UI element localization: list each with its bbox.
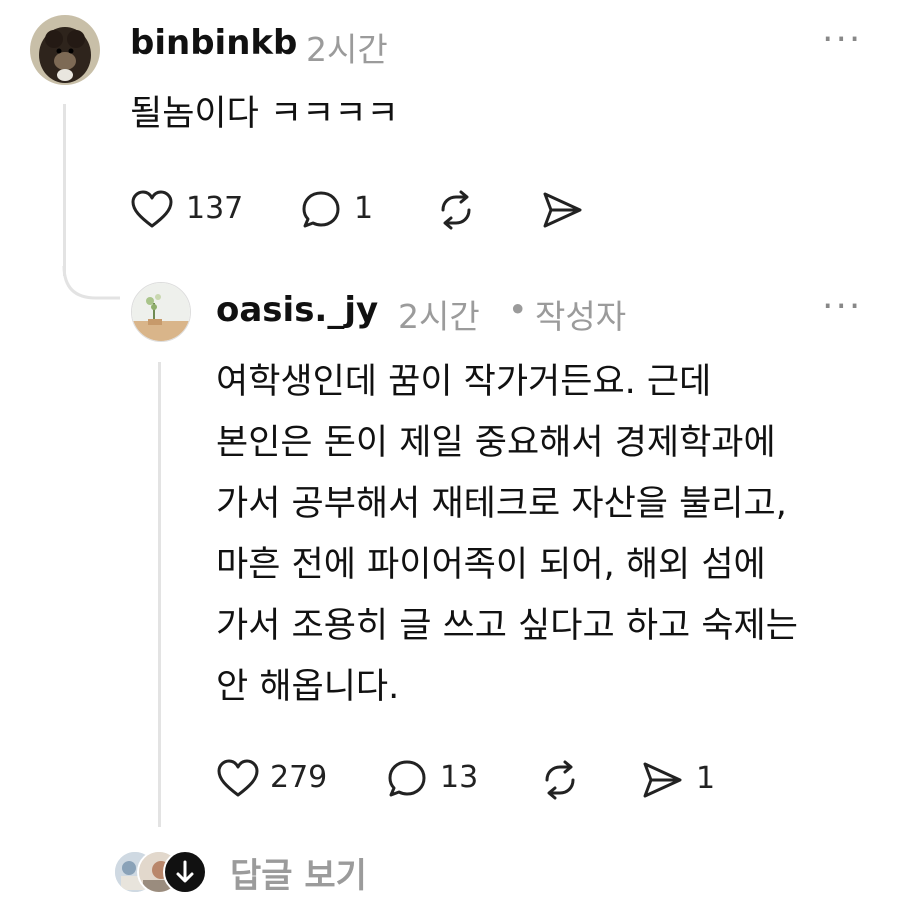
timestamp: 2시간 [306, 30, 388, 69]
comment-icon [388, 760, 426, 797]
like-count: 137 [186, 191, 244, 226]
repost-icon[interactable] [434, 188, 478, 232]
comment-line: 안 해옵니다. [216, 667, 400, 707]
reply-count: 13 [440, 760, 479, 795]
comment-body: 여학생인데 꿈이 작가거든요. 근데 본인은 돈이 제일 중요해서 경제학과에 … [216, 352, 798, 718]
share-icon[interactable] [540, 188, 584, 232]
avatar-binbinkb[interactable] [30, 15, 100, 85]
repost-icon[interactable] [538, 758, 582, 802]
meta-separator: • [508, 290, 528, 329]
share-count: 1 [696, 761, 716, 796]
comment-icon [302, 191, 340, 228]
expand-replies-icon [163, 850, 207, 894]
reply-button[interactable]: 13 [386, 758, 486, 800]
heart-icon [217, 759, 259, 797]
reply-button[interactable]: 1 [300, 189, 380, 231]
view-replies-button[interactable]: 답글 보기 [113, 846, 413, 896]
avatar-oasis-jy[interactable] [131, 282, 191, 342]
comment-line: 여학생인데 꿈이 작가거든요. 근데 [216, 362, 712, 402]
heart-icon [131, 190, 173, 228]
more-options-icon[interactable]: ··· [822, 289, 862, 325]
username-oasis-jy[interactable]: oasis._jy [216, 290, 378, 330]
share-button[interactable]: 1 [640, 758, 720, 802]
thread-line-2 [158, 362, 161, 827]
more-options-icon[interactable]: ··· [822, 22, 862, 58]
comment-line: 마흔 전에 파이어족이 되어, 해외 섬에 [216, 545, 766, 585]
view-replies-label: 답글 보기 [230, 856, 367, 896]
comment-line: 가서 공부해서 재테크로 자산을 불리고, [216, 484, 787, 524]
comment-line: 본인은 돈이 제일 중요해서 경제학과에 [216, 423, 776, 463]
comment-line: 가서 조용히 글 쓰고 싶다고 하고 숙제는 [216, 606, 798, 646]
author-badge: 작성자 [535, 297, 627, 336]
comment-body: 될놈이다 ㅋㅋㅋㅋ [130, 94, 399, 134]
like-button[interactable]: 279 [216, 758, 336, 800]
username-binbinkb[interactable]: binbinkb [130, 23, 297, 63]
reply-count: 1 [354, 191, 374, 226]
timestamp: 2시간 [398, 297, 480, 336]
thread-curve [62, 266, 120, 300]
like-button[interactable]: 137 [130, 189, 250, 231]
share-icon [643, 762, 682, 798]
thread-line-1 [63, 104, 66, 276]
like-count: 279 [270, 760, 328, 795]
